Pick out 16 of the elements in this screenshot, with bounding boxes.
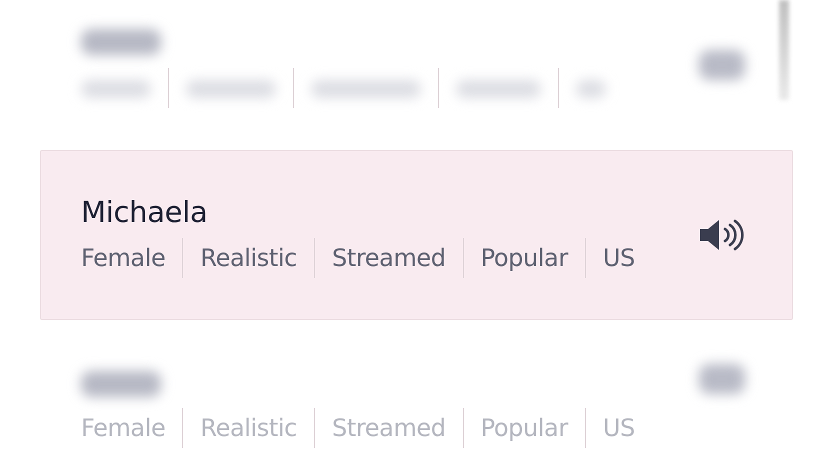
voice-tag: Popular (462, 408, 585, 448)
voice-tag: Realistic (182, 238, 314, 278)
selected-voice-row[interactable]: Michaela Female Realistic Streamed Popular US (40, 150, 793, 320)
blurred-icon (699, 50, 745, 80)
voice-tag: Female (81, 238, 182, 278)
voice-tag: US (584, 408, 652, 448)
voice-tag: Realistic (182, 408, 314, 448)
voice-name: Michaela (81, 195, 208, 229)
voice-tag: Popular (462, 238, 585, 278)
speaker-icon[interactable] (698, 218, 746, 252)
voice-tag: Female (81, 408, 182, 448)
voice-tag: Streamed (314, 408, 463, 448)
scrollbar[interactable] (779, 0, 789, 100)
voice-tag: US (584, 238, 652, 278)
blurred-icon (699, 364, 745, 394)
voice-tag: Streamed (314, 238, 463, 278)
